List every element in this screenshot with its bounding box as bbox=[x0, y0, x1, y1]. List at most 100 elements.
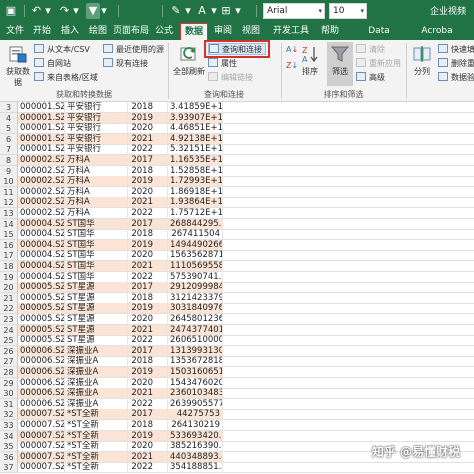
cell-value[interactable]: 4.92138E+11 bbox=[168, 133, 223, 145]
edit-links-button[interactable]: 编辑链接 bbox=[208, 72, 253, 84]
cell-value[interactable]: 2645801236 bbox=[168, 314, 223, 325]
row-header[interactable]: 33 bbox=[0, 420, 18, 431]
cell-value[interactable]: 1.52858E+12 bbox=[168, 165, 223, 177]
recent-sources-button[interactable]: 最近使用的源 bbox=[103, 44, 164, 56]
cell-stock-code[interactable]: 000001.SZ bbox=[18, 133, 65, 145]
cell-empty[interactable] bbox=[223, 325, 474, 336]
cell-year[interactable]: 2020 bbox=[128, 377, 168, 389]
cell-stock-code[interactable]: 000002.SZ bbox=[18, 186, 65, 198]
cell-empty[interactable] bbox=[223, 335, 474, 347]
row-header[interactable]: 13 bbox=[0, 208, 18, 219]
cell-stock-code[interactable]: 000002.SZ bbox=[18, 176, 65, 188]
cell-company-name[interactable]: ST国华 bbox=[65, 261, 128, 272]
cell-stock-code[interactable]: 000004.SZ bbox=[18, 218, 65, 230]
tab-7[interactable]: 审阅 bbox=[211, 23, 235, 40]
cell-value[interactable]: 1.75712E+12 bbox=[168, 208, 223, 219]
cell-value[interactable]: 23601034833 bbox=[168, 388, 223, 400]
cell-empty[interactable] bbox=[223, 113, 474, 124]
cell-value[interactable]: 4.46851E+11 bbox=[168, 123, 223, 135]
cell-stock-code[interactable]: 000005.SZ bbox=[18, 282, 65, 294]
row-header[interactable]: 8 bbox=[0, 155, 18, 166]
cell-value[interactable]: 1.72993E+12 bbox=[168, 176, 223, 188]
row-header[interactable]: 9 bbox=[0, 165, 18, 177]
cell-empty[interactable] bbox=[223, 208, 474, 219]
cell-company-name[interactable]: *ST全新 bbox=[65, 409, 128, 421]
row-header[interactable]: 5 bbox=[0, 123, 18, 135]
cell-empty[interactable] bbox=[223, 240, 474, 251]
cell-company-name[interactable]: ST国华 bbox=[65, 271, 128, 283]
cell-stock-code[interactable]: 000005.SZ bbox=[18, 324, 65, 336]
cell-stock-code[interactable]: 000005.SZ bbox=[18, 292, 65, 304]
cell-value[interactable]: 3.41859E+11 bbox=[168, 102, 223, 113]
cell-stock-code[interactable]: 000002.SZ bbox=[18, 155, 65, 166]
cell-value[interactable]: 264130219 bbox=[168, 420, 223, 431]
cell-year[interactable]: 2021 bbox=[128, 451, 168, 463]
cell-value[interactable]: 1.16535E+12 bbox=[168, 155, 223, 166]
cell-value[interactable]: 533693420.9 bbox=[168, 430, 223, 442]
enterprise-video-label[interactable]: 企业视频 bbox=[430, 4, 466, 17]
cell-stock-code[interactable]: 000007.SZ bbox=[18, 451, 65, 463]
cell-company-name[interactable]: ST国华 bbox=[65, 218, 128, 230]
font-size-select[interactable]: 10 ▾ bbox=[329, 3, 367, 19]
redo-icon[interactable]: ↷ bbox=[58, 3, 71, 19]
cell-stock-code[interactable]: 000002.SZ bbox=[18, 165, 65, 177]
cell-company-name[interactable]: 平安银行 bbox=[65, 123, 128, 135]
cell-value[interactable]: 268844295.6 bbox=[168, 218, 223, 230]
cell-value[interactable]: 13536728185 bbox=[168, 356, 223, 368]
tab-1[interactable]: 开始 bbox=[30, 23, 54, 40]
cell-year[interactable]: 2022 bbox=[128, 271, 168, 283]
cell-empty[interactable] bbox=[223, 293, 474, 304]
row-header[interactable]: 24 bbox=[0, 324, 18, 336]
cell-stock-code[interactable]: 000007.SZ bbox=[18, 430, 65, 442]
cell-company-name[interactable]: 平安银行 bbox=[65, 112, 128, 124]
tab-0[interactable]: 文件 bbox=[4, 23, 26, 40]
cell-year[interactable]: 2018 bbox=[128, 356, 168, 368]
filter-icon[interactable]: ▼ bbox=[86, 3, 100, 19]
tab-5[interactable]: 公式 bbox=[152, 23, 176, 40]
sort-descending-button[interactable]: Z↓ bbox=[286, 60, 298, 72]
cell-stock-code[interactable]: 000004.SZ bbox=[18, 250, 65, 262]
cell-empty[interactable] bbox=[223, 356, 474, 368]
undo-icon[interactable]: ↶ bbox=[30, 3, 43, 19]
cell-year[interactable]: 2019 bbox=[128, 176, 168, 188]
cell-year[interactable]: 2022 bbox=[128, 144, 168, 156]
cell-company-name[interactable]: 深振业A bbox=[65, 356, 128, 368]
cell-empty[interactable] bbox=[223, 399, 474, 410]
borders-icon[interactable]: ⊞ bbox=[220, 3, 232, 19]
cell-company-name[interactable]: ST星源 bbox=[65, 282, 128, 294]
refresh-all-button[interactable]: 全部刷新 bbox=[172, 44, 206, 77]
undo-dropdown-icon[interactable]: ▾ bbox=[44, 3, 52, 19]
cell-stock-code[interactable]: 000006.SZ bbox=[18, 398, 65, 410]
tab-11[interactable]: Data Streamer bbox=[346, 23, 412, 53]
cell-value[interactable]: 1110569558 bbox=[168, 261, 223, 272]
cell-year[interactable]: 2017 bbox=[128, 409, 168, 421]
cell-year[interactable]: 2022 bbox=[128, 335, 168, 347]
cell-year[interactable]: 2022 bbox=[128, 398, 168, 410]
tab-3[interactable]: 绘图 bbox=[86, 23, 110, 40]
cell-value[interactable]: 1494490266 bbox=[168, 239, 223, 251]
cell-empty[interactable] bbox=[223, 102, 474, 113]
cell-year[interactable]: 2021 bbox=[128, 197, 168, 209]
qa-dropdown-icon[interactable]: ▾ bbox=[100, 3, 108, 19]
cell-value[interactable]: 1563562871 bbox=[168, 250, 223, 262]
cell-company-name[interactable]: 万科A bbox=[65, 197, 128, 209]
cell-year[interactable]: 2020 bbox=[128, 314, 168, 325]
cell-stock-code[interactable]: 000006.SZ bbox=[18, 367, 65, 378]
tab-10[interactable]: 帮助 bbox=[318, 23, 342, 40]
cell-company-name[interactable]: *ST全新 bbox=[65, 462, 128, 474]
row-header[interactable]: 15 bbox=[0, 229, 18, 241]
row-header[interactable]: 4 bbox=[0, 112, 18, 124]
cell-year[interactable]: 2017 bbox=[128, 218, 168, 230]
cell-empty[interactable] bbox=[223, 272, 474, 283]
cell-value[interactable]: 575390741.1 bbox=[168, 271, 223, 283]
row-header[interactable]: 34 bbox=[0, 430, 18, 442]
cell-company-name[interactable]: 万科A bbox=[65, 176, 128, 188]
from-web-button[interactable]: 自网站 bbox=[34, 58, 71, 70]
cell-empty[interactable] bbox=[223, 155, 474, 166]
cell-year[interactable]: 2020 bbox=[128, 123, 168, 135]
cell-empty[interactable] bbox=[223, 134, 474, 145]
cell-stock-code[interactable]: 000007.SZ bbox=[18, 409, 65, 421]
cell-year[interactable]: 2018 bbox=[128, 102, 168, 113]
cell-year[interactable]: 2019 bbox=[128, 367, 168, 378]
cell-stock-code[interactable]: 000006.SZ bbox=[18, 345, 65, 357]
